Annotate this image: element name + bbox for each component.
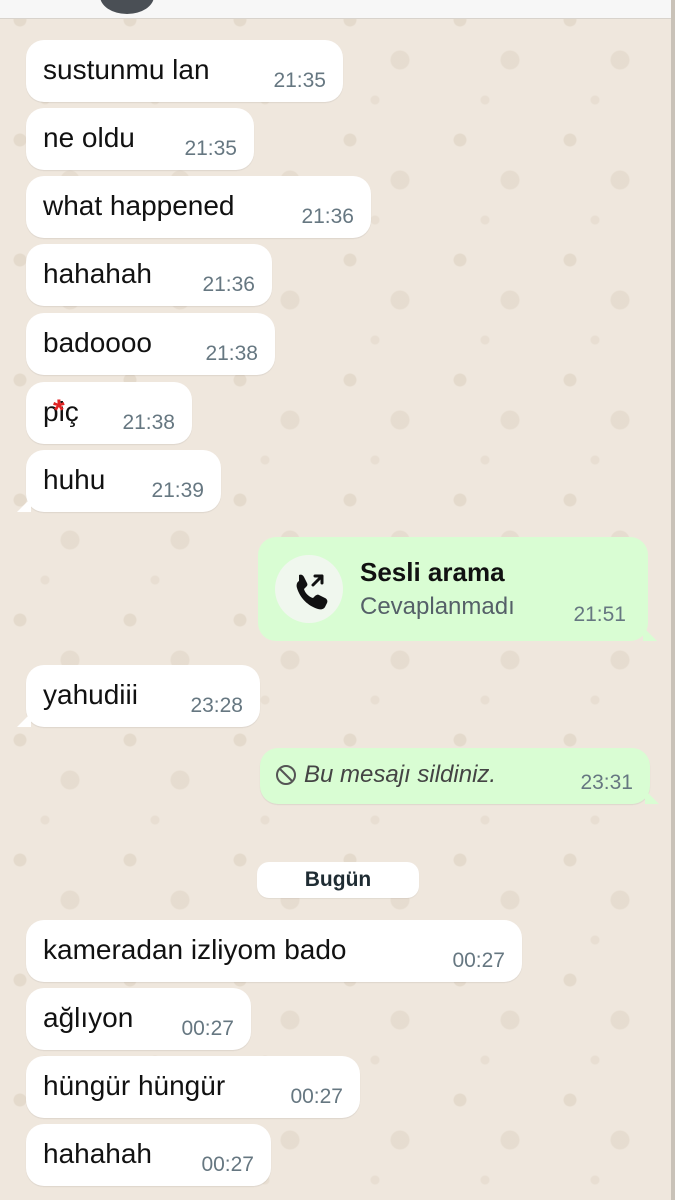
message-bubble[interactable]: yahudiii 23:28 [17,665,260,727]
deleted-message-bubble[interactable]: Bu mesajı sildiniz. 23:31 [260,748,659,804]
message-bubble[interactable]: badoooo 21:38 [26,313,275,375]
message-text: kameradan izliyom bado [43,934,347,965]
message-text: ne oldu [43,122,135,153]
asterisk-emoji-icon: * [53,394,65,427]
chat-header [0,0,675,19]
message-bubble[interactable]: kameradan izliyom bado 00:27 [26,920,522,982]
message-text: sustunmu lan [43,54,210,85]
message-time: 21:38 [122,411,175,434]
message-time: 21:38 [205,342,258,365]
message-time: 21:35 [184,137,237,160]
message-bubble[interactable]: what happened 21:36 [26,176,371,238]
blocked-icon [276,765,296,785]
message-text: huhu [43,464,106,495]
call-icon-container [275,555,343,623]
message-time: 21:35 [273,69,326,92]
message-time: 00:27 [452,949,505,972]
avatar[interactable] [100,0,154,14]
message-bubble[interactable]: ne oldu 21:35 [26,108,254,170]
message-bubble[interactable]: sustunmu lan 21:35 [26,40,343,102]
deleted-message-text: Bu mesajı sildiniz. [304,761,497,788]
call-title: Sesli arama [360,557,505,587]
message-bubble[interactable]: huhu 21:39 [17,450,221,512]
message-time: 00:27 [290,1085,343,1108]
message-bubble[interactable]: hüngür hüngür 00:27 [26,1056,360,1118]
message-time: 00:27 [181,1017,234,1040]
message-bubble[interactable]: piç * 21:38 [26,382,192,444]
message-time: 21:39 [151,479,204,502]
message-bubble[interactable]: ağlıyon 00:27 [26,988,251,1050]
message-text: badoooo [43,327,153,358]
message-text: hüngür hüngür [43,1070,226,1101]
message-text: hahahah [43,258,153,289]
message-time: 21:51 [573,603,626,626]
message-time: 23:31 [580,771,633,794]
message-time: 23:28 [190,694,243,717]
message-text: ağlıyon [43,1002,134,1033]
voice-call-card[interactable]: Sesli arama Cevaplanmadı 21:51 [258,537,657,641]
message-text: what happened [43,190,235,221]
message-time: 00:27 [201,1153,254,1176]
message-text: yahudiii [43,679,138,710]
call-status: Cevaplanmadı [360,593,515,620]
date-separator: Bugün [257,862,419,898]
message-bubble[interactable]: hahahah 21:36 [26,244,272,306]
message-time: 21:36 [202,273,255,296]
message-text: hahahah [43,1138,153,1169]
outgoing-call-icon [296,574,328,610]
message-time: 21:36 [301,205,354,228]
message-bubble[interactable]: hahahah 00:27 [26,1124,271,1186]
scrollbar[interactable] [671,0,675,1200]
